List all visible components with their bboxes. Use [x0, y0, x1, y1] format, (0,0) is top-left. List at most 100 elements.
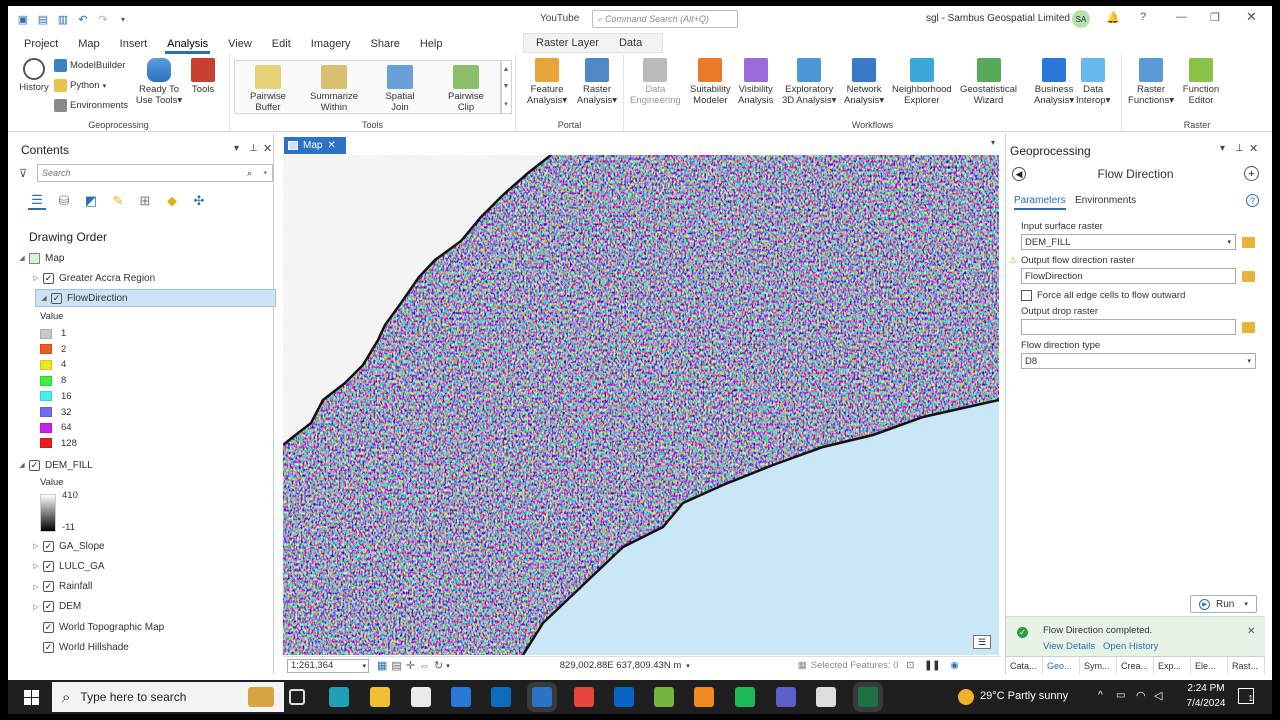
gallery-tool-pairwise-buffer[interactable]: Pairwise Buffer — [243, 65, 293, 113]
tab-analysis[interactable]: Analysis — [157, 38, 218, 54]
new-project-icon[interactable]: ▣ — [16, 12, 30, 26]
map-pane-options-icon[interactable]: ▾ — [991, 138, 995, 147]
command-search[interactable]: ⌕ Command Search (Alt+Q) — [592, 10, 738, 28]
environments-button[interactable]: Environments — [54, 99, 128, 112]
chevron-down-icon[interactable]: ▾ — [446, 662, 450, 670]
visibility-checkbox[interactable]: ✓ — [29, 459, 40, 471]
arcgis-pro-icon[interactable] — [532, 687, 552, 707]
output-flow-direction-input[interactable]: FlowDirection — [1021, 268, 1236, 284]
show-hidden-icons-icon[interactable]: ^ — [1098, 690, 1103, 701]
rstudio-icon[interactable] — [654, 687, 674, 707]
gallery-tool-pairwise-clip[interactable]: Pairwise Clip — [441, 65, 491, 113]
visibility-checkbox[interactable]: ✓ — [43, 601, 54, 613]
redo-icon[interactable]: ↷ — [96, 12, 110, 26]
layer-world-hillshade[interactable]: ✓ World Hillshade — [8, 639, 276, 657]
tab-environments[interactable]: Environments — [1075, 195, 1136, 206]
workflow-business-analysis-button[interactable]: Business Analysis▾ — [1034, 58, 1074, 106]
dismiss-icon[interactable]: ✕ — [1247, 626, 1255, 637]
pane-tab-geo[interactable]: Geo... — [1043, 657, 1080, 674]
pin-icon[interactable]: ⊥ — [249, 143, 258, 154]
input-surface-raster-select[interactable]: DEM_FILL ▾ — [1021, 234, 1236, 250]
visibility-checkbox[interactable]: ✓ — [43, 272, 54, 284]
undo-icon[interactable]: ↶ — [76, 12, 90, 26]
pane-tab-ele[interactable]: Ele... — [1191, 657, 1228, 674]
notifications-center-icon[interactable]: 1 — [1238, 688, 1254, 704]
onedrive-icon[interactable] — [614, 687, 634, 707]
tab-parameters[interactable]: Parameters — [1014, 195, 1066, 210]
task-view-icon[interactable] — [289, 689, 305, 705]
tab-edit[interactable]: Edit — [262, 38, 301, 54]
help-icon[interactable]: ? — [1246, 194, 1259, 207]
layer-world-topographic-map[interactable]: ✓ World Topographic Map — [8, 618, 276, 636]
notifications-icon[interactable]: 🔔 — [1106, 11, 1120, 24]
feature-analysis-button[interactable]: Feature Analysis▾ — [524, 58, 570, 106]
layer-flowdirection[interactable]: ◢ ✓ FlowDirection — [35, 289, 276, 307]
selected-features-count[interactable]: Selected Features: 0 — [811, 660, 899, 671]
gallery-tool-spatial-join[interactable]: Spatial Join — [375, 65, 425, 113]
workflow-exploratory-3d-analysis-button[interactable]: Exploratory 3D Analysis▾ — [782, 58, 836, 106]
minimize-icon[interactable]: — — [1176, 11, 1187, 23]
pane-tab-exp[interactable]: Exp... — [1154, 657, 1191, 674]
browse-folder-icon[interactable] — [1242, 271, 1255, 282]
account-name[interactable]: sgl - Sambus Geospatial Limited — [926, 13, 1070, 24]
expand-toggle-icon[interactable]: ▷ — [29, 542, 43, 550]
visibility-checkbox[interactable]: ✓ — [43, 540, 54, 552]
snapping-icon[interactable]: ⊞ — [136, 192, 154, 210]
modelbuilder-button[interactable]: ModelBuilder — [54, 59, 125, 72]
close-tab-icon[interactable]: ✕ — [327, 140, 335, 151]
ms-store-icon[interactable] — [411, 687, 431, 707]
start-button[interactable] — [16, 682, 46, 712]
layer-lulc_ga[interactable]: ▷ ✓ LULC_GA — [8, 557, 276, 575]
coordinate-units-dropdown-icon[interactable]: ▾ — [686, 662, 690, 670]
table-view-icon[interactable]: ▤ — [391, 659, 401, 672]
output-drop-raster-input[interactable] — [1021, 319, 1236, 335]
spotify-icon[interactable] — [735, 687, 755, 707]
browse-folder-icon[interactable] — [1242, 237, 1255, 248]
layer-greater-accra-region[interactable]: ▷ ✓ Greater Accra Region — [8, 269, 276, 287]
filter-icon[interactable]: ⊽ — [19, 167, 27, 180]
weather-text[interactable]: 29°C Partly sunny — [980, 690, 1068, 702]
raster-functions-button[interactable]: Raster Functions▾ — [1128, 58, 1174, 106]
visibility-checkbox[interactable]: ✓ — [43, 560, 54, 572]
run-button[interactable]: ▶ Run ▾ — [1190, 595, 1257, 613]
workflow-geostatistical-wizard-button[interactable]: Geostatistical Wizard — [960, 58, 1017, 106]
tab-map[interactable]: Map ✕ — [284, 137, 346, 154]
workflow-network-analysis-button[interactable]: Network Analysis▾ — [844, 58, 884, 106]
function-editor-button[interactable]: Function Editor — [1178, 58, 1224, 106]
visibility-checkbox[interactable]: ✓ — [43, 581, 54, 593]
pan-icon[interactable]: ⇔ — [419, 660, 430, 672]
gallery-tool-summarize-within[interactable]: Summarize Within — [309, 65, 359, 113]
rotate-icon[interactable]: ↻ — [434, 659, 443, 672]
close-pane-icon[interactable]: ✕ — [263, 142, 272, 155]
add-icon[interactable]: + — [1244, 166, 1259, 181]
layer-ga_slope[interactable]: ▷ ✓ GA_Slope — [8, 537, 276, 555]
help-icon[interactable]: ? — [1140, 11, 1146, 23]
scroll-down-icon[interactable]: ▼ — [503, 83, 510, 90]
pin-icon[interactable]: ⊥ — [1235, 143, 1244, 154]
mail-icon[interactable] — [451, 687, 471, 707]
tab-view[interactable]: View — [218, 38, 262, 54]
chrome-icon[interactable] — [574, 687, 594, 707]
map-notes-icon[interactable]: ☰ — [973, 635, 991, 649]
gallery-expand-icon[interactable]: ▾ — [504, 100, 508, 108]
teams-icon[interactable] — [776, 687, 796, 707]
edge-icon[interactable] — [329, 687, 349, 707]
tab-help[interactable]: Help — [410, 38, 453, 54]
outlook-icon[interactable] — [491, 687, 511, 707]
workflow-suitability-modeler-button[interactable]: Suitability Modeler — [690, 58, 731, 106]
grid-view-icon[interactable]: ▦ — [377, 659, 387, 672]
pane-tab-sym[interactable]: Sym... — [1080, 657, 1117, 674]
scale-selector[interactable]: 1:261,364 ▾ — [287, 658, 369, 673]
avatar[interactable]: SA — [1072, 10, 1090, 28]
pause-drawing-icon[interactable]: ❚❚ — [924, 660, 940, 671]
visibility-checkbox[interactable]: ✓ — [51, 292, 62, 304]
navigate-icon[interactable]: ✛ — [406, 659, 415, 672]
maximize-icon[interactable]: ❐ — [1210, 11, 1220, 24]
force-edge-checkbox[interactable] — [1021, 290, 1032, 301]
pane-options-icon[interactable]: ▾ — [1220, 143, 1225, 154]
gallery-scroll[interactable]: ▲ ▼ ▾ — [500, 60, 512, 114]
tab-data[interactable]: Data — [611, 37, 650, 49]
raster-analysis-button[interactable]: Raster Analysis▾ — [574, 58, 620, 106]
expand-toggle-icon[interactable]: ◢ — [37, 294, 51, 302]
map-canvas[interactable]: ☰ — [283, 155, 999, 655]
